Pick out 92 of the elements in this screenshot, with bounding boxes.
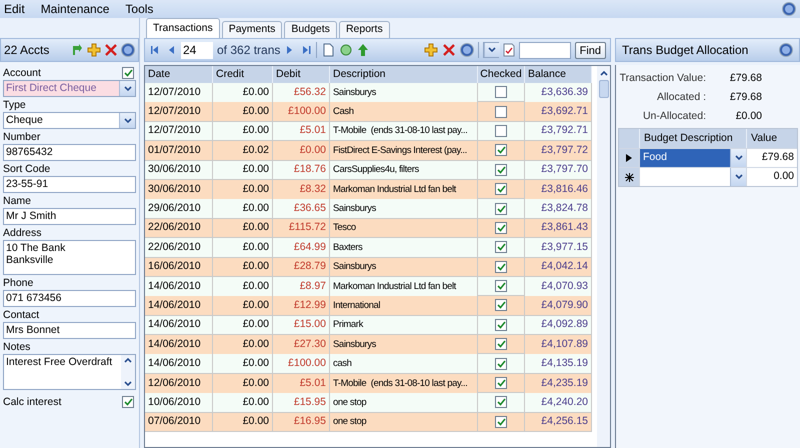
field-label: Contact [3,308,40,322]
field-label: Address [3,226,43,240]
chevron-down-icon [488,47,496,53]
menu-item[interactable]: Maintenance [40,0,110,18]
help-icon[interactable] [779,43,793,57]
table-cell: £0.00 [213,412,273,432]
record-count: of 362 trans [217,42,280,59]
input-field[interactable]: 23-55-91 [3,176,136,193]
checkbox[interactable] [495,202,507,215]
checkbox[interactable] [495,280,507,292]
summary-value: £0.00 [734,108,762,124]
checkbox[interactable] [495,222,507,234]
dropdown-button[interactable] [730,149,746,167]
checkbox[interactable] [495,338,507,350]
chevron-down-icon [734,155,742,161]
table-cell: £4,256.15 [525,412,592,432]
tab[interactable]: Payments [222,21,282,38]
menu-item[interactable]: Edit [4,0,25,18]
chevron-down-icon [124,86,132,92]
checkbox[interactable] [495,106,507,118]
checkbox[interactable] [122,67,134,79]
last-record-icon[interactable] [300,44,312,56]
summary-label: Allocated : [656,90,706,105]
input-field[interactable]: 98765432 [3,144,136,161]
field-label: Calc interest [3,395,62,409]
dropdown-button[interactable] [119,113,135,128]
find-button[interactable]: Find [574,42,606,58]
field-label: Sort Code [3,162,52,176]
input-field[interactable]: 071 673456 [3,290,136,307]
checkbox[interactable] [495,396,507,408]
text-area[interactable]: 10 The Bank Banksville [3,240,136,275]
scroll-down-icon[interactable] [123,380,133,388]
checkbox[interactable] [495,241,507,254]
checkbox[interactable] [495,164,507,176]
delete-icon[interactable] [442,43,456,57]
document-icon[interactable] [321,43,336,57]
delete-icon[interactable] [104,43,118,57]
scroll-thumb[interactable] [598,80,608,98]
input-field[interactable]: Mrs Bonnet [3,322,136,339]
select-field[interactable]: Cheque [3,112,136,129]
checkbox[interactable] [495,318,507,331]
first-record-icon[interactable] [149,44,161,56]
record-field[interactable]: 24 [181,42,213,58]
checkbox[interactable] [495,124,507,137]
menu-item[interactable]: Tools [125,0,154,18]
checklist-icon[interactable] [502,43,515,57]
help-icon[interactable] [121,43,135,57]
checkbox[interactable] [495,377,507,390]
field-label: Notes [3,340,32,354]
up-arrow-icon[interactable] [357,43,370,57]
tab[interactable]: Transactions [146,18,220,38]
checkbox[interactable] [495,358,507,370]
scroll-up-icon[interactable] [123,356,133,364]
dropdown-button[interactable] [119,81,135,96]
new-row-icon [624,172,634,182]
field-label: Account [3,66,41,80]
summary-value: £79.68 [728,70,762,86]
dropdown-button[interactable] [484,43,500,57]
help-icon[interactable] [782,2,796,16]
input-field[interactable]: Mr J Smith [3,208,136,225]
chevron-down-icon [124,118,132,124]
checkbox[interactable] [122,396,134,408]
summary-value: £79.68 [728,90,762,105]
checkbox[interactable] [495,86,507,98]
dropdown-button[interactable] [730,168,746,186]
field-label: Number [3,130,42,144]
budget-select[interactable]: Food [639,149,746,167]
table-cell: 0.00 [746,168,797,186]
field-label: Name [3,194,32,208]
tab[interactable]: Reports [338,21,390,38]
checkbox[interactable] [495,183,507,196]
table-cell: one stop [330,412,478,432]
field-label: Type [3,98,26,112]
summary-label: Un-Allocated: [642,108,706,124]
checkbox[interactable] [495,299,507,312]
table-cell: 07/06/2010 [145,412,213,432]
tab[interactable]: Budgets [284,21,337,38]
select-field[interactable]: First Direct Cheque [3,80,136,97]
table-cell: £16.95 [273,412,330,432]
add-icon[interactable] [424,43,438,57]
row-pointer-icon [626,154,632,162]
chevron-down-icon [734,174,742,180]
add-icon[interactable] [87,43,101,57]
search-field[interactable] [518,42,571,58]
panel-title: Trans Budget Allocation [622,42,750,59]
help-icon[interactable] [460,43,474,57]
checkbox[interactable] [495,144,507,156]
checkbox[interactable] [495,260,507,273]
checkbox[interactable] [495,416,507,428]
field-label: Phone [3,276,34,290]
panel-title: 22 Accts [4,42,50,59]
summary-label: Transaction Value: [618,70,706,86]
